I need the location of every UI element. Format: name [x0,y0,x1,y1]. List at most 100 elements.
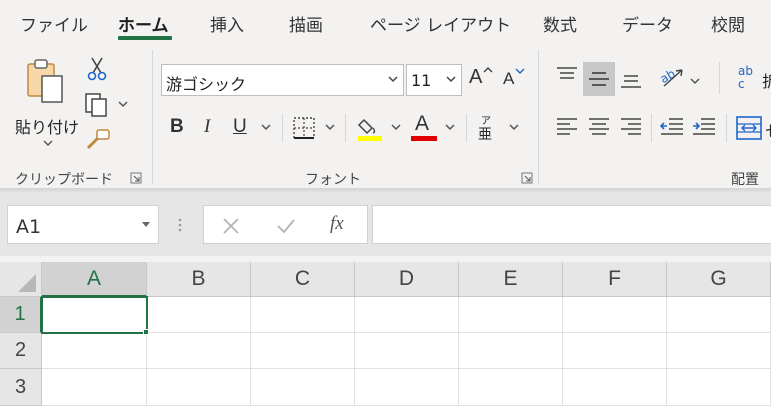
increase-indent-icon[interactable] [692,117,716,137]
enter-check-icon[interactable] [276,217,296,235]
cell-c1[interactable] [251,297,355,333]
cell-e1[interactable] [459,297,563,333]
cut-icon[interactable] [86,56,108,82]
cancel-icon[interactable] [222,217,240,235]
cell-c3[interactable] [251,369,355,406]
font-size-value: 11 [411,71,432,90]
copy-dropdown-chevron-icon[interactable] [118,101,128,108]
row-header-1[interactable]: 1 [0,297,42,333]
formula-input[interactable] [372,205,771,244]
cell-e2[interactable] [459,333,563,369]
font-color-label: A [415,112,430,135]
group-divider [345,114,346,142]
cell-d2[interactable] [355,333,459,369]
merge-center-button[interactable]: セ [736,114,771,144]
merge-cells-icon [736,116,762,140]
ribbon-home: 貼り付け クリップボード 游ゴシック 11 A A B I U A ア 亜 フォ… [0,44,771,190]
decrease-indent-icon[interactable] [660,117,684,137]
font-color-dropdown-chevron-icon[interactable] [445,124,455,131]
insert-function-button[interactable]: fx [330,213,344,235]
row-header-2[interactable]: 2 [0,333,42,369]
fill-color-dropdown-chevron-icon[interactable] [391,124,401,131]
borders-icon[interactable] [292,116,316,140]
group-divider [538,50,539,184]
clipboard-launcher-icon[interactable] [130,172,142,184]
bold-button[interactable]: B [170,116,184,138]
cell-d1[interactable] [355,297,459,333]
tab-data[interactable]: データ [622,11,673,36]
column-header-c[interactable]: C [251,262,355,297]
select-all-button[interactable] [0,262,42,297]
chevron-down-icon [388,76,398,83]
underline-dropdown-chevron-icon[interactable] [261,124,271,131]
group-divider [152,50,153,184]
phonetic-dropdown-chevron-icon[interactable] [509,124,519,131]
caret-down-icon [142,222,150,227]
grow-font-label: A [469,66,483,88]
align-center-icon[interactable] [588,117,610,137]
tab-formulas[interactable]: 数式 [543,11,577,36]
wrap-text-label: 折 [762,72,771,91]
formula-bar: A1 fx [0,194,771,256]
cell-b1[interactable] [147,297,251,333]
cell-g2[interactable] [667,333,771,369]
active-cell[interactable] [41,296,148,334]
row-header-3[interactable]: 3 [0,369,42,406]
align-middle-button[interactable] [583,62,615,96]
name-box[interactable]: A1 [7,205,159,244]
drag-handle-icon[interactable] [177,217,183,233]
paste-button[interactable]: 貼り付け [8,54,80,150]
format-painter-icon[interactable] [84,128,112,152]
tab-page-layout[interactable]: ページ レイアウト [370,11,511,36]
cell-b3[interactable] [147,369,251,406]
cell-a2[interactable] [42,333,147,369]
shrink-font-button[interactable]: A [502,66,528,92]
font-size-combobox[interactable]: 11 [406,64,462,96]
underline-button[interactable]: U [233,116,247,138]
group-divider [726,114,727,142]
italic-button[interactable]: I [204,116,210,138]
tab-home[interactable]: ホーム [118,11,169,36]
cell-d3[interactable] [355,369,459,406]
tab-file[interactable]: ファイル [20,11,88,36]
font-launcher-icon[interactable] [521,172,533,184]
tab-draw[interactable]: 描画 [289,11,323,36]
column-header-b[interactable]: B [147,262,251,297]
column-header-d[interactable]: D [355,262,459,297]
cell-f2[interactable] [563,333,667,369]
tab-review[interactable]: 校閲 [711,11,745,36]
cell-e3[interactable] [459,369,563,406]
font-name-value: 游ゴシック [166,75,247,94]
column-header-a[interactable]: A [42,262,147,297]
borders-dropdown-chevron-icon[interactable] [325,124,335,131]
column-header-e[interactable]: E [459,262,563,297]
cell-f1[interactable] [563,297,667,333]
align-left-icon[interactable] [556,117,578,137]
cell-b2[interactable] [147,333,251,369]
orientation-icon[interactable]: ab [658,64,686,90]
cell-g3[interactable] [667,369,771,406]
font-name-combobox[interactable]: 游ゴシック [161,64,404,96]
column-header-g[interactable]: G [667,262,771,297]
column-header-f[interactable]: F [563,262,667,297]
grow-font-button[interactable]: A [468,66,494,92]
cell-f3[interactable] [563,369,667,406]
tab-insert[interactable]: 挿入 [210,11,244,36]
fill-handle[interactable] [143,329,149,335]
copy-icon[interactable] [84,92,110,118]
formula-actions: fx [203,205,368,244]
cell-a3[interactable] [42,369,147,406]
chevron-down-icon [446,76,456,83]
align-bottom-icon[interactable] [620,70,642,90]
cell-g1[interactable] [667,297,771,333]
wrap-text-button[interactable]: ab c 折 [738,64,771,94]
orientation-dropdown-chevron-icon[interactable] [690,78,700,85]
fill-color-icon[interactable] [356,114,384,142]
font-color-button[interactable]: A [410,112,438,142]
alignment-group-label: 配置 [731,172,759,188]
align-top-icon[interactable] [556,66,578,86]
merge-center-label: セ [765,118,771,142]
align-right-icon[interactable] [620,117,642,137]
phonetic-guide-button[interactable]: ア 亜 [478,112,498,144]
cell-c2[interactable] [251,333,355,369]
